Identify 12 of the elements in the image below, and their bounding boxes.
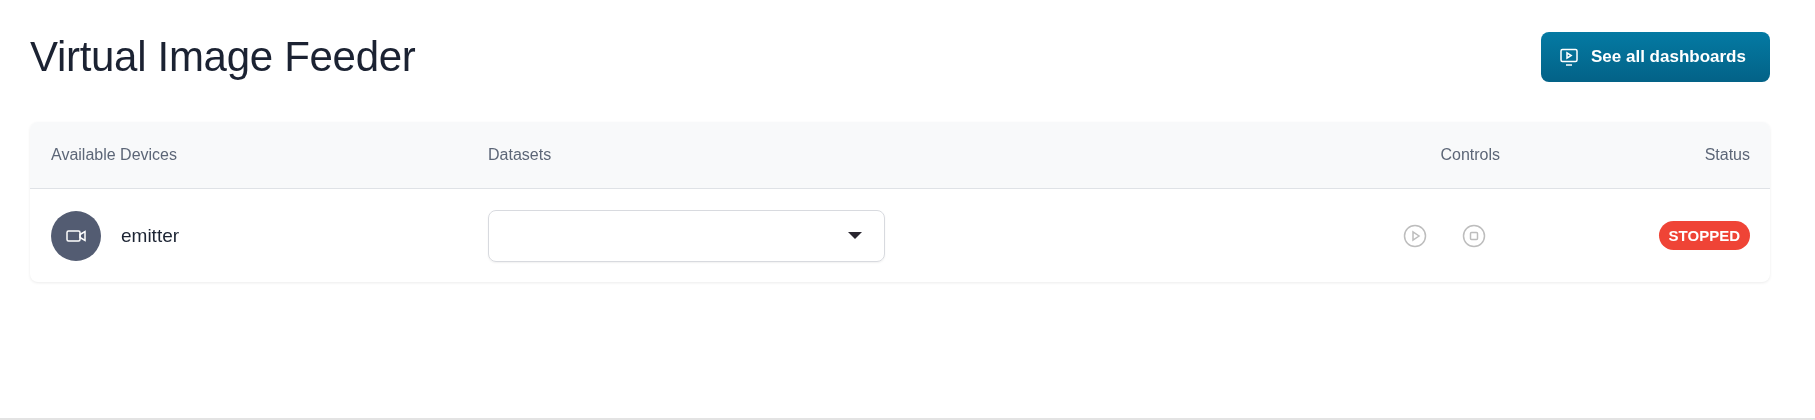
device-name: emitter (121, 224, 180, 247)
status-badge: STOPPED (1658, 221, 1750, 250)
page-title: Virtual Image Feeder (30, 33, 416, 81)
see-all-dashboards-button[interactable]: See all dashboards (1541, 32, 1770, 82)
column-header: Controls (1439, 146, 1501, 164)
caret-icon (848, 231, 862, 240)
dataset-select[interactable] (488, 209, 885, 262)
video-camera-avatar-icon (51, 210, 101, 261)
column-header: Datasets (488, 146, 553, 164)
column-header: Status (1703, 146, 1750, 164)
column-header: Available Devices (51, 146, 178, 164)
monitor-play-icon (1559, 47, 1579, 67)
